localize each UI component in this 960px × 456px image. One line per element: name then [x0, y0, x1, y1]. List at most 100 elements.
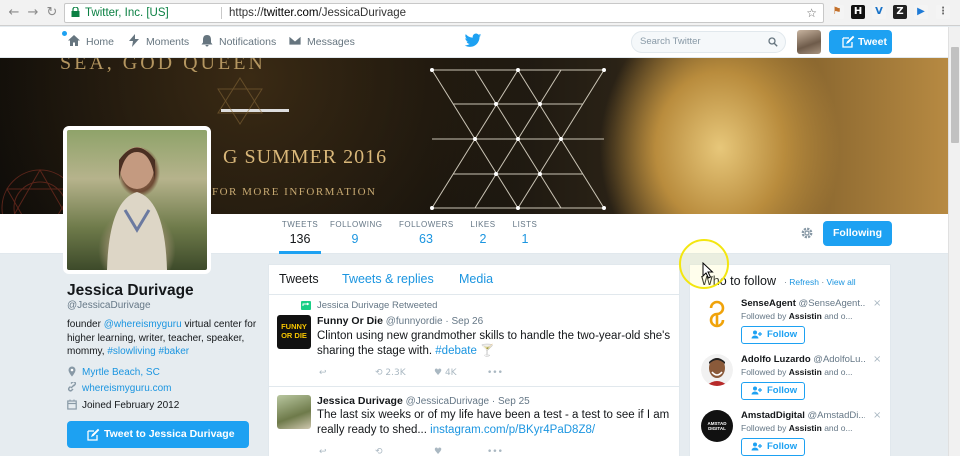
home-icon — [68, 35, 80, 46]
compose-icon — [842, 35, 855, 48]
back-icon[interactable]: ← — [6, 5, 22, 21]
profile-location: Myrtle Beach, SC — [67, 366, 160, 378]
stat-followers[interactable]: FOLLOWERS 63 — [399, 220, 453, 246]
calendar-icon — [67, 399, 77, 410]
search-input[interactable]: Search Twitter — [631, 31, 786, 53]
dismiss-icon[interactable]: × — [873, 298, 881, 309]
retweeted-by-line: Jessica Durivage Retweeted — [317, 300, 438, 311]
like-icon[interactable]: ♥ — [434, 447, 442, 456]
extension-v-icon[interactable]: V — [872, 5, 886, 19]
profile-handle: @JessicaDurivage — [67, 300, 151, 311]
add-user-icon — [751, 330, 762, 339]
gear-icon[interactable] — [800, 226, 814, 240]
website-link[interactable]: whereismyguru.com — [82, 383, 171, 394]
add-user-icon — [751, 442, 762, 451]
follow-button[interactable]: Follow — [741, 438, 805, 456]
menu-dots-icon[interactable]: ⋮ — [936, 5, 950, 19]
suggestion-item: Adolfo Luzardo @AdolfoLu... Followed by … — [690, 354, 890, 410]
senseagent-logo[interactable] — [701, 298, 733, 330]
extension-z-icon[interactable]: Z — [893, 5, 907, 19]
profile-avatar[interactable] — [63, 126, 211, 274]
search-placeholder: Search Twitter — [640, 36, 701, 47]
follow-button[interactable]: Follow — [741, 326, 805, 344]
tweet-header: Jessica Durivage @JessicaDurivage · Sep … — [317, 395, 530, 407]
mouse-cursor-icon — [702, 262, 714, 279]
dismiss-icon[interactable]: × — [873, 354, 881, 365]
suggestion-name[interactable]: AmstadDigital @AmstadDi... — [741, 410, 865, 421]
reply-icon[interactable]: ↩ — [319, 368, 327, 378]
suggestion-followed-by: Followed by Assistin and o... — [741, 423, 853, 433]
bookmark-star-icon[interactable]: ☆ — [806, 4, 817, 22]
scrollbar-thumb[interactable] — [951, 47, 959, 143]
profile-website: whereismyguru.com — [67, 382, 171, 394]
reply-icon[interactable]: ↩ — [319, 447, 327, 456]
stat-lists[interactable]: LISTS 1 — [512, 220, 538, 246]
suggestion-name[interactable]: Adolfo Luzardo @AdolfoLu... — [741, 354, 865, 365]
more-icon[interactable]: ••• — [487, 368, 503, 378]
active-stat-underline — [279, 251, 321, 254]
avatar-photo — [107, 147, 167, 270]
suggestion-name[interactable]: SenseAgent @SenseAgent... — [741, 298, 865, 309]
tab-tweets[interactable]: Tweets — [279, 272, 319, 286]
timeline: Tweets Tweets & replies Media Jessica Du… — [268, 264, 680, 456]
suggestion-item: AMSTAD DIGITAL AmstadDigital @AmstadDi..… — [690, 410, 890, 456]
forward-icon[interactable]: → — [25, 5, 41, 21]
view-all-link[interactable]: View all — [827, 277, 856, 287]
search-icon[interactable] — [768, 37, 778, 47]
refresh-link[interactable]: Refresh — [789, 277, 819, 287]
instagram-link[interactable]: instagram.com/p/BKyr4PaD8Z8/ — [430, 424, 595, 436]
extension-p-icon[interactable]: ▶ — [914, 5, 928, 19]
like-action[interactable]: ♥ 4K — [434, 368, 457, 378]
who-to-follow-links: · Refresh · View all — [784, 277, 856, 287]
bio-hashtag-baker[interactable]: #baker — [159, 346, 190, 357]
tweet-author-avatar[interactable]: FUNNY OR DIE — [277, 315, 311, 349]
retweet-icon[interactable]: ⟲ — [375, 447, 383, 456]
bio-mention-link[interactable]: @whereismyguru — [104, 319, 182, 330]
browser-toolbar: ← → ↻ Twitter, Inc. [US] https://twitter… — [0, 0, 960, 26]
extension-h-icon[interactable]: H — [851, 5, 865, 19]
compose-tweet-button[interactable]: Tweet — [829, 30, 892, 54]
nav-home[interactable]: Home — [67, 27, 114, 58]
url-text: https://twitter.com/JessicaDurivage — [229, 7, 407, 19]
stat-tweets[interactable]: TWEETS 136 — [279, 220, 321, 246]
nav-messages[interactable]: Messages — [288, 27, 355, 58]
bio-hashtag-slowliving[interactable]: #slowliving — [107, 346, 155, 357]
stat-likes[interactable]: LIKES 2 — [469, 220, 497, 246]
hashtag-link[interactable]: #debate — [435, 345, 477, 357]
adolfo-avatar[interactable] — [701, 354, 733, 386]
tweet-item[interactable]: Jessica Durivage @JessicaDurivage · Sep … — [269, 387, 679, 456]
tweet-author-avatar[interactable] — [277, 395, 311, 429]
tweet-text: The last six weeks or of my life have be… — [317, 409, 670, 436]
add-user-icon — [751, 386, 762, 395]
tweet-item[interactable]: Jessica Durivage Retweeted FUNNY OR DIE … — [269, 295, 679, 387]
page-scrollbar[interactable] — [948, 27, 960, 456]
profile-bio: founder @whereismyguru virtual center fo… — [67, 319, 257, 357]
twitter-bird-icon[interactable] — [464, 33, 482, 49]
follow-button[interactable]: Follow — [741, 382, 805, 400]
moments-icon — [129, 34, 139, 47]
reload-icon[interactable]: ↻ — [44, 5, 60, 21]
dismiss-icon[interactable]: × — [873, 410, 881, 421]
tab-media[interactable]: Media — [459, 272, 493, 286]
profile-joined: Joined February 2012 — [67, 399, 179, 411]
location-link[interactable]: Myrtle Beach, SC — [82, 367, 160, 378]
following-button[interactable]: Following — [823, 221, 892, 246]
address-bar[interactable]: Twitter, Inc. [US] https://twitter.com/J… — [64, 3, 824, 23]
suggestion-followed-by: Followed by Assistin and o... — [741, 311, 853, 321]
url-divider — [221, 7, 222, 19]
retweet-action[interactable]: ⟲ 2.3K — [375, 368, 406, 378]
nav-notifications[interactable]: Notifications — [200, 27, 276, 58]
link-icon — [68, 382, 76, 392]
twitter-top-nav: Home Moments Notifications Messages Sear… — [0, 27, 948, 58]
tab-tweets-and-replies[interactable]: Tweets & replies — [342, 272, 434, 286]
amstad-logo[interactable]: AMSTAD DIGITAL — [701, 410, 733, 442]
more-icon[interactable]: ••• — [487, 447, 503, 456]
nav-moments[interactable]: Moments — [127, 27, 189, 58]
suggestion-item: SenseAgent @SenseAgent... Followed by As… — [690, 298, 890, 354]
retweet-small-icon — [301, 301, 311, 310]
stat-following[interactable]: FOLLOWING 9 — [330, 220, 382, 246]
account-avatar[interactable] — [797, 30, 821, 54]
tweet-to-user-button[interactable]: Tweet to Jessica Durivage — [67, 421, 249, 448]
who-to-follow-panel: Who to follow · Refresh · View all Sense… — [689, 264, 891, 456]
extension-brush-icon[interactable]: ⚑ — [830, 5, 844, 19]
